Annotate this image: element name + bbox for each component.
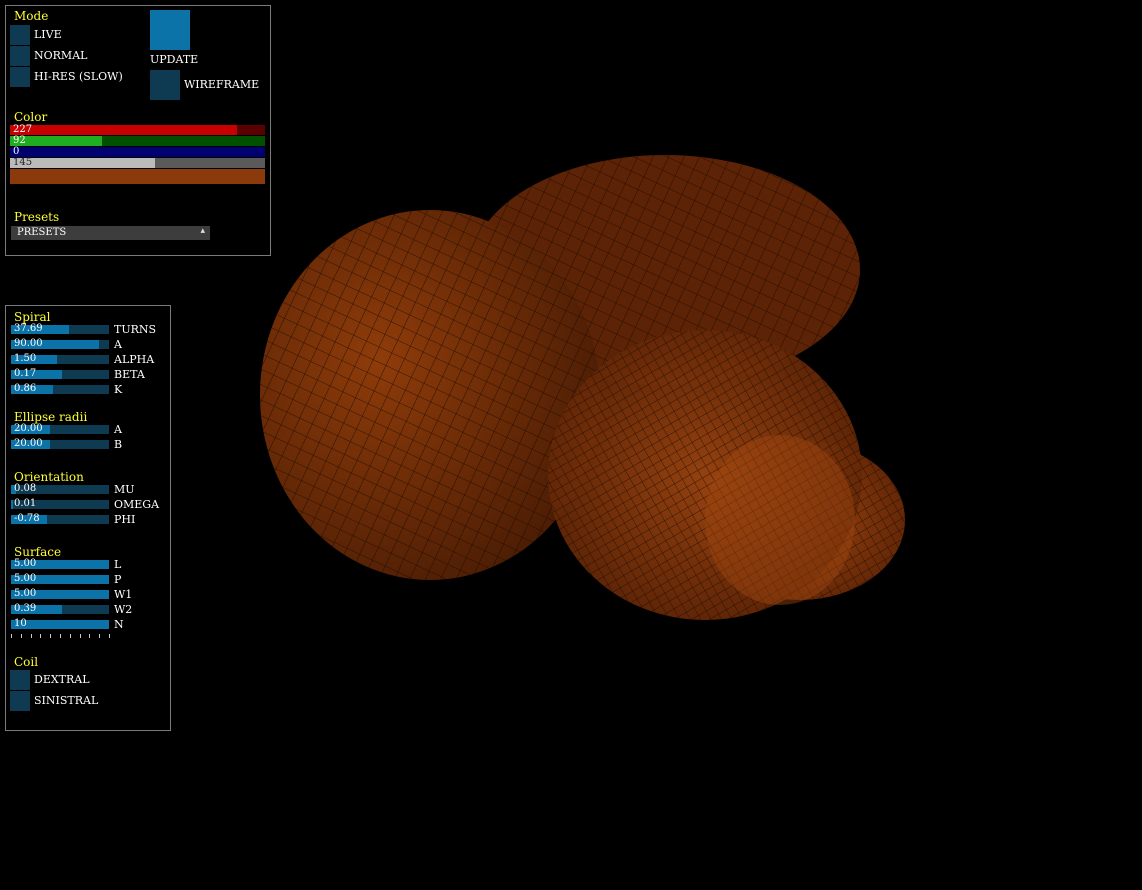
l-slider[interactable]: 5.00 — [11, 558, 109, 569]
color-preview-swatch — [10, 169, 265, 184]
ellipse-b-label: B — [114, 438, 123, 451]
turns-value: 37.69 — [14, 323, 43, 334]
p-value: 5.00 — [14, 573, 37, 584]
phi-label: PHI — [114, 513, 136, 526]
mode-live-label: LIVE — [34, 28, 62, 41]
n-tick-mark — [89, 634, 91, 638]
n-tick-mark — [50, 634, 52, 638]
sinistral-toggle[interactable] — [10, 691, 30, 711]
surface-title: Surface — [14, 545, 62, 559]
color-title: Color — [14, 110, 48, 124]
k-label: K — [114, 383, 123, 396]
p-slider[interactable]: 5.00 — [11, 573, 109, 584]
omega-value: 0.01 — [14, 498, 37, 509]
dextral-toggle[interactable] — [10, 670, 30, 690]
alpha-slider[interactable]: 145 — [10, 157, 265, 168]
n-tick-mark — [79, 634, 81, 638]
dextral-label: DEXTRAL — [34, 673, 90, 686]
n-tick-mark — [40, 634, 42, 638]
l-value: 5.00 — [14, 558, 37, 569]
beta-slider[interactable]: 0.17 — [11, 368, 109, 379]
caret-up-icon: ▴ — [200, 226, 205, 236]
n-tick-mark — [11, 634, 12, 638]
mode-normal-toggle[interactable] — [10, 46, 30, 66]
mode-hires-toggle[interactable] — [10, 67, 30, 87]
n-label: N — [114, 618, 124, 631]
presets-title: Presets — [14, 210, 60, 224]
omega-label: OMEGA — [114, 498, 160, 511]
mode-title: Mode — [14, 9, 49, 23]
alpha-param-label: ALPHA — [114, 353, 155, 366]
presets-selected: PRESETS — [17, 227, 67, 238]
alpha-value: 145 — [13, 157, 33, 168]
mode-hires-label: HI-RES (SLOW) — [34, 70, 123, 83]
n-tick-mark — [99, 634, 101, 638]
turns-label: TURNS — [114, 323, 157, 336]
w1-slider[interactable]: 5.00 — [11, 588, 109, 599]
spiral-a-slider[interactable]: 90.00 — [11, 338, 109, 349]
beta-value: 0.17 — [14, 368, 37, 379]
n-tick-mark — [30, 634, 32, 638]
l-label: L — [114, 558, 122, 571]
n-tick-mark — [109, 634, 110, 638]
update-label: UPDATE — [150, 53, 199, 66]
k-value: 0.86 — [14, 383, 37, 394]
turns-slider[interactable]: 37.69 — [11, 323, 109, 334]
alpha-param-value: 1.50 — [14, 353, 37, 364]
coil-title: Coil — [14, 655, 39, 669]
n-tick-mark — [60, 634, 61, 638]
mode-normal-label: NORMAL — [34, 49, 88, 62]
presets-dropdown[interactable]: PRESETS ▴ — [11, 226, 210, 240]
wireframe-toggle[interactable] — [150, 70, 180, 100]
ellipse-b-slider[interactable]: 20.00 — [11, 438, 109, 449]
shell-body — [260, 155, 905, 620]
n-slider-ticks — [11, 634, 111, 639]
w2-label: W2 — [114, 603, 133, 616]
k-slider[interactable]: 0.86 — [11, 383, 109, 394]
n-slider[interactable]: 10 — [11, 618, 109, 629]
w1-value: 5.00 — [14, 588, 37, 599]
w1-label: W1 — [114, 588, 133, 601]
phi-value: -0.78 — [14, 513, 40, 524]
blue-slider[interactable]: 0 — [10, 146, 265, 157]
spiral-a-label: A — [114, 338, 122, 351]
beta-label: BETA — [114, 368, 145, 381]
alpha-param-slider[interactable]: 1.50 — [11, 353, 109, 364]
ellipse-b-value: 20.00 — [14, 438, 43, 449]
mode-live-toggle[interactable] — [10, 25, 30, 45]
parameters-panel: Spiral 37.69 TURNS 90.00 A 1.50 ALPHA 0.… — [5, 305, 171, 731]
wireframe-label: WIREFRAME — [184, 78, 260, 91]
update-button[interactable] — [150, 10, 190, 50]
n-tick-mark — [20, 634, 22, 638]
mode-color-panel: Mode LIVE NORMAL HI-RES (SLOW) UPDATE WI… — [5, 5, 271, 256]
sinistral-label: SINISTRAL — [34, 694, 99, 707]
n-value: 10 — [14, 618, 27, 629]
p-label: P — [114, 573, 122, 586]
ellipse-a-label: A — [114, 423, 122, 436]
phi-slider[interactable]: -0.78 — [11, 513, 109, 524]
mu-slider[interactable]: 0.08 — [11, 483, 109, 494]
ellipse-a-value: 20.00 — [14, 423, 43, 434]
red-slider[interactable]: 227 — [10, 124, 265, 135]
mu-label: MU — [114, 483, 135, 496]
orientation-title: Orientation — [14, 470, 84, 484]
mu-value: 0.08 — [14, 483, 37, 494]
spiral-title: Spiral — [14, 310, 51, 324]
n-tick-mark — [69, 634, 71, 638]
green-slider[interactable]: 92 — [10, 135, 265, 146]
omega-slider[interactable]: 0.01 — [11, 498, 109, 509]
w2-value: 0.39 — [14, 603, 37, 614]
w2-slider[interactable]: 0.39 — [11, 603, 109, 614]
ellipse-a-slider[interactable]: 20.00 — [11, 423, 109, 434]
ellipse-title: Ellipse radii — [14, 410, 88, 424]
spiral-a-value: 90.00 — [14, 338, 43, 349]
